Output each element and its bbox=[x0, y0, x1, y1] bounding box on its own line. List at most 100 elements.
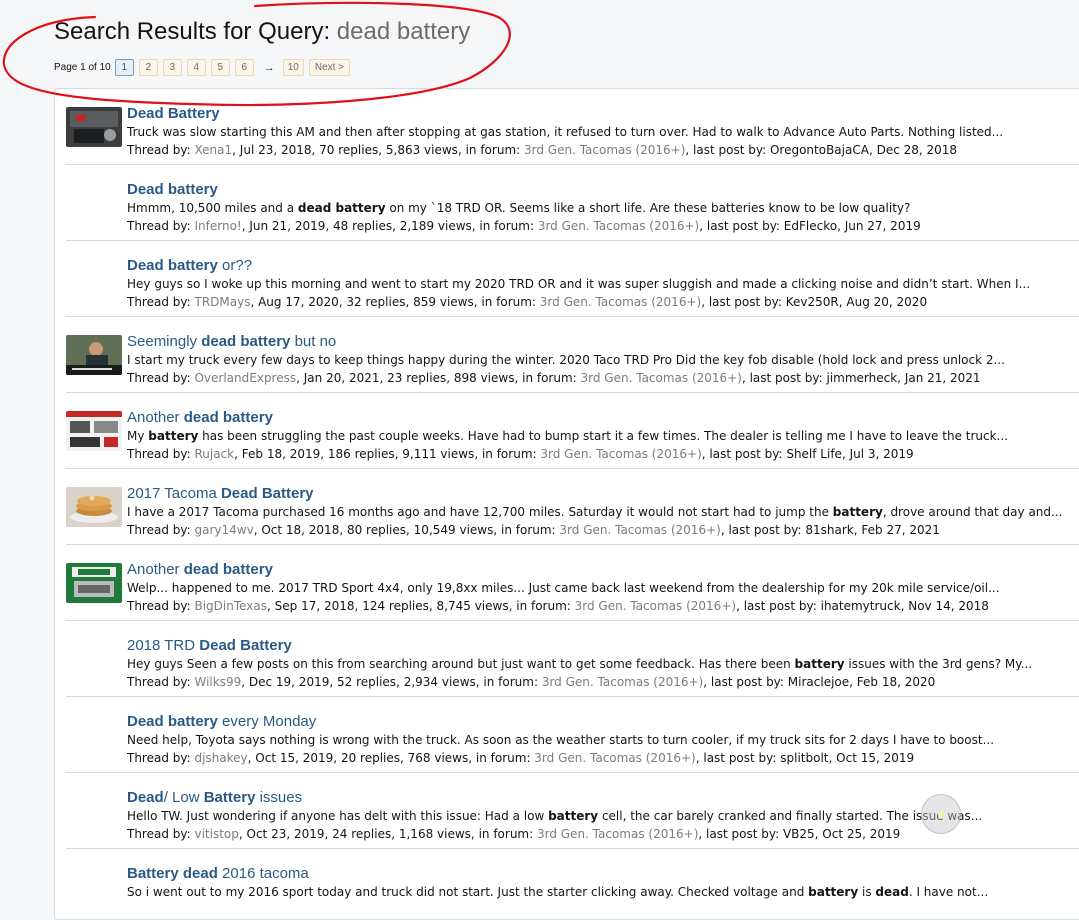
snippet-segment: on my `18 TRD OR. Seems like a short lif… bbox=[385, 201, 911, 215]
thread-thumbnail[interactable] bbox=[66, 563, 122, 603]
forum-link[interactable]: 3rd Gen. Tacomas (2016+) bbox=[540, 447, 701, 461]
reply-count: 23 replies bbox=[387, 371, 447, 385]
title-segment: Another bbox=[127, 561, 184, 578]
title-segment: Dead Battery bbox=[127, 105, 220, 122]
thread-by-label: Thread by: bbox=[127, 751, 195, 765]
reply-count: 24 replies bbox=[332, 827, 392, 841]
view-count: 859 views bbox=[413, 295, 474, 309]
page-4-button[interactable]: 4 bbox=[186, 59, 206, 76]
author-link[interactable]: Rujack bbox=[194, 447, 234, 461]
title-prefix: Search Results for Query: bbox=[54, 18, 337, 45]
last-post-label: last post by: bbox=[708, 295, 786, 309]
thread-by-label: Thread by: bbox=[127, 523, 195, 537]
last-post-label: last post by: bbox=[743, 599, 821, 613]
author-link[interactable]: Wilks99 bbox=[194, 675, 241, 689]
snippet-segment: Welp... happened to me. 2017 TRD Sport 4… bbox=[127, 581, 1000, 595]
author-link[interactable]: BigDinTexas bbox=[194, 599, 267, 613]
page-3-button[interactable]: 3 bbox=[162, 59, 182, 76]
author-link[interactable]: OverlandExpress bbox=[194, 371, 296, 385]
thread-date: Oct 15, 2019 bbox=[255, 751, 334, 765]
thread-title-link[interactable]: Dead battery every Monday bbox=[127, 713, 1079, 731]
title-segment: Dead Battery bbox=[199, 637, 292, 654]
last-poster-link: jimmerheck bbox=[826, 371, 898, 385]
page-5-button[interactable]: 5 bbox=[210, 59, 230, 76]
indicator-dot bbox=[938, 811, 945, 818]
thread-thumbnail[interactable] bbox=[66, 487, 122, 527]
last-poster-link: Kev250R bbox=[785, 295, 839, 309]
thread-meta: Thread by: djshakey, Oct 15, 2019, 20 re… bbox=[127, 751, 915, 765]
thread-snippet: My battery has been struggling the past … bbox=[127, 427, 1079, 445]
page-6-button[interactable]: 6 bbox=[234, 59, 254, 76]
search-result-row: Dead battery Hmmm, 10,500 miles and a dea… bbox=[55, 165, 1079, 241]
author-link[interactable]: djshakey bbox=[194, 751, 247, 765]
thread-meta: Thread by: Xena1, Jul 23, 2018, 70 repli… bbox=[127, 143, 958, 157]
forum-link[interactable]: 3rd Gen. Tacomas (2016+) bbox=[575, 599, 736, 613]
thread-title-link[interactable]: Dead battery or?? bbox=[127, 257, 1079, 275]
forum-link[interactable]: 3rd Gen. Tacomas (2016+) bbox=[524, 143, 685, 157]
snippet-segment: I start my truck every few days to keep … bbox=[127, 353, 1005, 367]
snippet-segment: is bbox=[858, 885, 876, 899]
author-link[interactable]: Xena1 bbox=[194, 143, 232, 157]
thread-thumbnail[interactable] bbox=[66, 335, 122, 375]
thread-thumbnail[interactable] bbox=[66, 107, 122, 147]
thread-title-link[interactable]: Battery dead 2016 tacoma bbox=[127, 865, 1079, 883]
thread-date: Jun 21, 2019 bbox=[249, 219, 326, 233]
snippet-segment: I have a 2017 Tacoma purchased 16 months… bbox=[127, 505, 833, 519]
next-page-button[interactable]: Next > bbox=[308, 59, 351, 76]
results-list: Dead Battery Truck was slow starting this… bbox=[54, 88, 1079, 920]
last-poster-link: ihatemytruck bbox=[820, 599, 901, 613]
last-poster-link: splitbolt bbox=[780, 751, 829, 765]
forum-link[interactable]: 3rd Gen. Tacomas (2016+) bbox=[581, 371, 742, 385]
page-2-button[interactable]: 2 bbox=[138, 59, 158, 76]
forum-link[interactable]: 3rd Gen. Tacomas (2016+) bbox=[538, 219, 699, 233]
forum-link[interactable]: 3rd Gen. Tacomas (2016+) bbox=[542, 675, 703, 689]
last-post-date: Nov 14, 2018 bbox=[908, 599, 989, 613]
thread-date: Jul 23, 2018 bbox=[239, 143, 312, 157]
author-link[interactable]: vitistop bbox=[194, 827, 238, 841]
thread-title-link[interactable]: Dead battery bbox=[127, 181, 1079, 199]
snippet-segment: Hmmm, 10,500 miles and a bbox=[127, 201, 298, 215]
thread-meta: Thread by: gary14wv, Oct 18, 2018, 80 re… bbox=[127, 523, 940, 537]
thread-title-link[interactable]: Another dead battery bbox=[127, 561, 1079, 579]
thread-snippet: Hmmm, 10,500 miles and a dead battery on… bbox=[127, 199, 1079, 217]
ellipsis-arrow: → bbox=[263, 61, 275, 74]
forum-link[interactable]: 3rd Gen. Tacomas (2016+) bbox=[559, 523, 720, 537]
thread-thumbnail[interactable] bbox=[66, 411, 122, 451]
in-forum-label: in forum: bbox=[475, 751, 535, 765]
view-count: 9,111 views bbox=[402, 447, 475, 461]
thread-by-label: Thread by: bbox=[127, 219, 195, 233]
page-10-button[interactable]: 10 bbox=[282, 59, 304, 76]
page-1-button[interactable]: 1 bbox=[114, 59, 134, 76]
view-count: 768 views bbox=[407, 751, 469, 765]
title-segment: Dead battery bbox=[127, 181, 218, 198]
forum-link[interactable]: 3rd Gen. Tacomas (2016+) bbox=[537, 827, 698, 841]
search-result-row: 2018 TRD Dead Battery Hey guys Seen a few… bbox=[55, 621, 1079, 697]
title-segment: Dead battery bbox=[127, 257, 218, 274]
search-result-row: Another dead battery My battery has been … bbox=[55, 393, 1079, 469]
thread-title-link[interactable]: 2017 Tacoma Dead Battery bbox=[127, 485, 1079, 503]
snippet-segment: . I have not... bbox=[908, 885, 989, 899]
reply-count: 52 replies bbox=[337, 675, 397, 689]
last-post-label: last post by: bbox=[709, 447, 787, 461]
author-link[interactable]: TRDMays bbox=[194, 295, 250, 309]
thread-by-label: Thread by: bbox=[127, 599, 195, 613]
thread-title-link[interactable]: 2018 TRD Dead Battery bbox=[127, 637, 1079, 655]
view-count: 1,168 views bbox=[398, 827, 471, 841]
floating-cursor-indicator bbox=[921, 794, 961, 834]
thread-title-link[interactable]: Seemingly dead battery but no bbox=[127, 333, 1079, 351]
in-forum-label: in forum: bbox=[522, 371, 581, 385]
search-result-row: Dead battery every Monday Need help, Toyo… bbox=[55, 697, 1079, 773]
thread-title-link[interactable]: Dead Battery bbox=[127, 105, 1079, 123]
thread-by-label: Thread by: bbox=[127, 827, 195, 841]
thread-date: Oct 23, 2019 bbox=[246, 827, 325, 841]
in-forum-label: in forum: bbox=[479, 219, 538, 233]
last-post-date: Feb 27, 2021 bbox=[861, 523, 940, 537]
forum-link[interactable]: 3rd Gen. Tacomas (2016+) bbox=[540, 295, 701, 309]
title-segment: but no bbox=[290, 333, 337, 350]
author-link[interactable]: gary14wv bbox=[194, 523, 253, 537]
forum-link[interactable]: 3rd Gen. Tacomas (2016+) bbox=[534, 751, 695, 765]
reply-count: 124 replies bbox=[362, 599, 429, 613]
title-segment: Battery dead bbox=[127, 865, 218, 882]
author-link[interactable]: Inferno! bbox=[194, 219, 241, 233]
thread-title-link[interactable]: Another dead battery bbox=[127, 409, 1079, 427]
